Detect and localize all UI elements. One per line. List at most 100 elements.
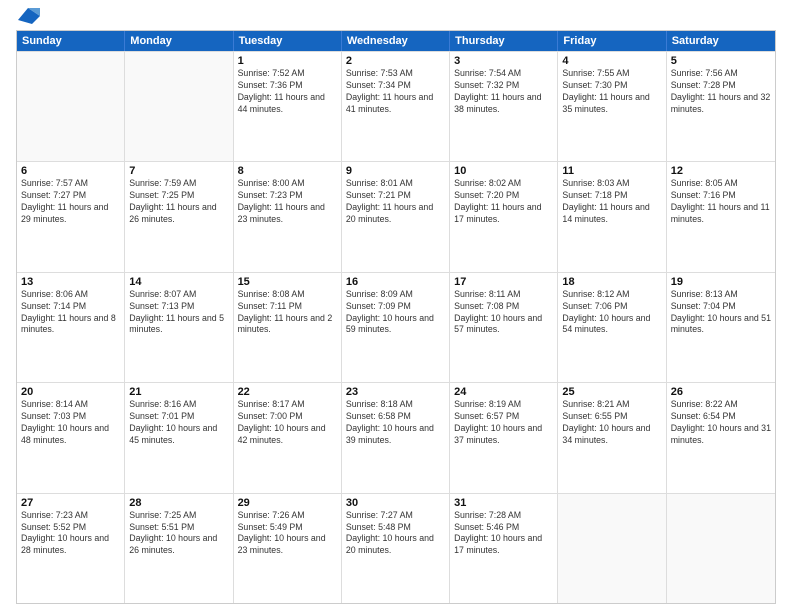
cell-details: Sunrise: 8:01 AM Sunset: 7:21 PM Dayligh… bbox=[346, 178, 445, 226]
cell-details: Sunrise: 8:08 AM Sunset: 7:11 PM Dayligh… bbox=[238, 289, 337, 337]
calendar-cell: 8Sunrise: 8:00 AM Sunset: 7:23 PM Daylig… bbox=[234, 162, 342, 271]
cell-details: Sunrise: 7:28 AM Sunset: 5:46 PM Dayligh… bbox=[454, 510, 553, 558]
day-number: 18 bbox=[562, 276, 661, 288]
calendar-cell: 6Sunrise: 7:57 AM Sunset: 7:27 PM Daylig… bbox=[17, 162, 125, 271]
day-number: 4 bbox=[562, 55, 661, 67]
calendar-cell: 19Sunrise: 8:13 AM Sunset: 7:04 PM Dayli… bbox=[667, 273, 775, 382]
day-number: 29 bbox=[238, 497, 337, 509]
cell-details: Sunrise: 7:56 AM Sunset: 7:28 PM Dayligh… bbox=[671, 68, 771, 116]
calendar-cell: 5Sunrise: 7:56 AM Sunset: 7:28 PM Daylig… bbox=[667, 52, 775, 161]
calendar-body: 1Sunrise: 7:52 AM Sunset: 7:36 PM Daylig… bbox=[17, 51, 775, 603]
day-number: 1 bbox=[238, 55, 337, 67]
day-number: 26 bbox=[671, 386, 771, 398]
cell-details: Sunrise: 7:55 AM Sunset: 7:30 PM Dayligh… bbox=[562, 68, 661, 116]
calendar-row-0: 1Sunrise: 7:52 AM Sunset: 7:36 PM Daylig… bbox=[17, 51, 775, 161]
day-number: 19 bbox=[671, 276, 771, 288]
header-day-saturday: Saturday bbox=[667, 31, 775, 51]
calendar-cell: 7Sunrise: 7:59 AM Sunset: 7:25 PM Daylig… bbox=[125, 162, 233, 271]
header-day-friday: Friday bbox=[558, 31, 666, 51]
cell-details: Sunrise: 8:19 AM Sunset: 6:57 PM Dayligh… bbox=[454, 399, 553, 447]
calendar-row-2: 13Sunrise: 8:06 AM Sunset: 7:14 PM Dayli… bbox=[17, 272, 775, 382]
calendar-cell: 11Sunrise: 8:03 AM Sunset: 7:18 PM Dayli… bbox=[558, 162, 666, 271]
day-number: 12 bbox=[671, 165, 771, 177]
header-day-monday: Monday bbox=[125, 31, 233, 51]
calendar-cell: 21Sunrise: 8:16 AM Sunset: 7:01 PM Dayli… bbox=[125, 383, 233, 492]
calendar-cell: 26Sunrise: 8:22 AM Sunset: 6:54 PM Dayli… bbox=[667, 383, 775, 492]
calendar-cell: 22Sunrise: 8:17 AM Sunset: 7:00 PM Dayli… bbox=[234, 383, 342, 492]
day-number: 3 bbox=[454, 55, 553, 67]
day-number: 2 bbox=[346, 55, 445, 67]
day-number: 24 bbox=[454, 386, 553, 398]
calendar-cell: 17Sunrise: 8:11 AM Sunset: 7:08 PM Dayli… bbox=[450, 273, 558, 382]
calendar-cell: 13Sunrise: 8:06 AM Sunset: 7:14 PM Dayli… bbox=[17, 273, 125, 382]
calendar-cell: 1Sunrise: 7:52 AM Sunset: 7:36 PM Daylig… bbox=[234, 52, 342, 161]
cell-details: Sunrise: 7:27 AM Sunset: 5:48 PM Dayligh… bbox=[346, 510, 445, 558]
day-number: 23 bbox=[346, 386, 445, 398]
calendar-cell: 4Sunrise: 7:55 AM Sunset: 7:30 PM Daylig… bbox=[558, 52, 666, 161]
day-number: 11 bbox=[562, 165, 661, 177]
cell-details: Sunrise: 8:07 AM Sunset: 7:13 PM Dayligh… bbox=[129, 289, 228, 337]
cell-details: Sunrise: 8:16 AM Sunset: 7:01 PM Dayligh… bbox=[129, 399, 228, 447]
calendar-cell bbox=[17, 52, 125, 161]
calendar-cell bbox=[125, 52, 233, 161]
cell-details: Sunrise: 8:14 AM Sunset: 7:03 PM Dayligh… bbox=[21, 399, 120, 447]
calendar-cell: 2Sunrise: 7:53 AM Sunset: 7:34 PM Daylig… bbox=[342, 52, 450, 161]
header-day-sunday: Sunday bbox=[17, 31, 125, 51]
calendar-cell bbox=[667, 494, 775, 603]
cell-details: Sunrise: 7:57 AM Sunset: 7:27 PM Dayligh… bbox=[21, 178, 120, 226]
day-number: 17 bbox=[454, 276, 553, 288]
calendar-cell: 10Sunrise: 8:02 AM Sunset: 7:20 PM Dayli… bbox=[450, 162, 558, 271]
cell-details: Sunrise: 8:02 AM Sunset: 7:20 PM Dayligh… bbox=[454, 178, 553, 226]
calendar-cell: 3Sunrise: 7:54 AM Sunset: 7:32 PM Daylig… bbox=[450, 52, 558, 161]
header-day-tuesday: Tuesday bbox=[234, 31, 342, 51]
calendar-header: SundayMondayTuesdayWednesdayThursdayFrid… bbox=[17, 31, 775, 51]
calendar-cell: 29Sunrise: 7:26 AM Sunset: 5:49 PM Dayli… bbox=[234, 494, 342, 603]
cell-details: Sunrise: 8:05 AM Sunset: 7:16 PM Dayligh… bbox=[671, 178, 771, 226]
cell-details: Sunrise: 8:21 AM Sunset: 6:55 PM Dayligh… bbox=[562, 399, 661, 447]
day-number: 15 bbox=[238, 276, 337, 288]
cell-details: Sunrise: 7:53 AM Sunset: 7:34 PM Dayligh… bbox=[346, 68, 445, 116]
day-number: 20 bbox=[21, 386, 120, 398]
calendar-cell: 28Sunrise: 7:25 AM Sunset: 5:51 PM Dayli… bbox=[125, 494, 233, 603]
day-number: 13 bbox=[21, 276, 120, 288]
day-number: 16 bbox=[346, 276, 445, 288]
cell-details: Sunrise: 8:22 AM Sunset: 6:54 PM Dayligh… bbox=[671, 399, 771, 447]
calendar-cell: 20Sunrise: 8:14 AM Sunset: 7:03 PM Dayli… bbox=[17, 383, 125, 492]
calendar-cell: 18Sunrise: 8:12 AM Sunset: 7:06 PM Dayli… bbox=[558, 273, 666, 382]
day-number: 7 bbox=[129, 165, 228, 177]
cell-details: Sunrise: 8:12 AM Sunset: 7:06 PM Dayligh… bbox=[562, 289, 661, 337]
calendar-cell: 9Sunrise: 8:01 AM Sunset: 7:21 PM Daylig… bbox=[342, 162, 450, 271]
calendar-row-1: 6Sunrise: 7:57 AM Sunset: 7:27 PM Daylig… bbox=[17, 161, 775, 271]
calendar-cell: 12Sunrise: 8:05 AM Sunset: 7:16 PM Dayli… bbox=[667, 162, 775, 271]
calendar-cell bbox=[558, 494, 666, 603]
calendar-cell: 23Sunrise: 8:18 AM Sunset: 6:58 PM Dayli… bbox=[342, 383, 450, 492]
cell-details: Sunrise: 7:23 AM Sunset: 5:52 PM Dayligh… bbox=[21, 510, 120, 558]
cell-details: Sunrise: 7:59 AM Sunset: 7:25 PM Dayligh… bbox=[129, 178, 228, 226]
day-number: 30 bbox=[346, 497, 445, 509]
header-day-thursday: Thursday bbox=[450, 31, 558, 51]
cell-details: Sunrise: 7:54 AM Sunset: 7:32 PM Dayligh… bbox=[454, 68, 553, 116]
cell-details: Sunrise: 8:00 AM Sunset: 7:23 PM Dayligh… bbox=[238, 178, 337, 226]
calendar-row-4: 27Sunrise: 7:23 AM Sunset: 5:52 PM Dayli… bbox=[17, 493, 775, 603]
cell-details: Sunrise: 8:09 AM Sunset: 7:09 PM Dayligh… bbox=[346, 289, 445, 337]
calendar: SundayMondayTuesdayWednesdayThursdayFrid… bbox=[16, 30, 776, 604]
day-number: 6 bbox=[21, 165, 120, 177]
cell-details: Sunrise: 7:52 AM Sunset: 7:36 PM Dayligh… bbox=[238, 68, 337, 116]
calendar-cell: 24Sunrise: 8:19 AM Sunset: 6:57 PM Dayli… bbox=[450, 383, 558, 492]
day-number: 8 bbox=[238, 165, 337, 177]
calendar-cell: 31Sunrise: 7:28 AM Sunset: 5:46 PM Dayli… bbox=[450, 494, 558, 603]
header-day-wednesday: Wednesday bbox=[342, 31, 450, 51]
day-number: 14 bbox=[129, 276, 228, 288]
cell-details: Sunrise: 8:11 AM Sunset: 7:08 PM Dayligh… bbox=[454, 289, 553, 337]
calendar-cell: 25Sunrise: 8:21 AM Sunset: 6:55 PM Dayli… bbox=[558, 383, 666, 492]
cell-details: Sunrise: 8:13 AM Sunset: 7:04 PM Dayligh… bbox=[671, 289, 771, 337]
cell-details: Sunrise: 8:18 AM Sunset: 6:58 PM Dayligh… bbox=[346, 399, 445, 447]
calendar-row-3: 20Sunrise: 8:14 AM Sunset: 7:03 PM Dayli… bbox=[17, 382, 775, 492]
day-number: 9 bbox=[346, 165, 445, 177]
day-number: 10 bbox=[454, 165, 553, 177]
calendar-cell: 15Sunrise: 8:08 AM Sunset: 7:11 PM Dayli… bbox=[234, 273, 342, 382]
cell-details: Sunrise: 7:26 AM Sunset: 5:49 PM Dayligh… bbox=[238, 510, 337, 558]
cell-details: Sunrise: 8:06 AM Sunset: 7:14 PM Dayligh… bbox=[21, 289, 120, 337]
calendar-cell: 27Sunrise: 7:23 AM Sunset: 5:52 PM Dayli… bbox=[17, 494, 125, 603]
calendar-cell: 16Sunrise: 8:09 AM Sunset: 7:09 PM Dayli… bbox=[342, 273, 450, 382]
